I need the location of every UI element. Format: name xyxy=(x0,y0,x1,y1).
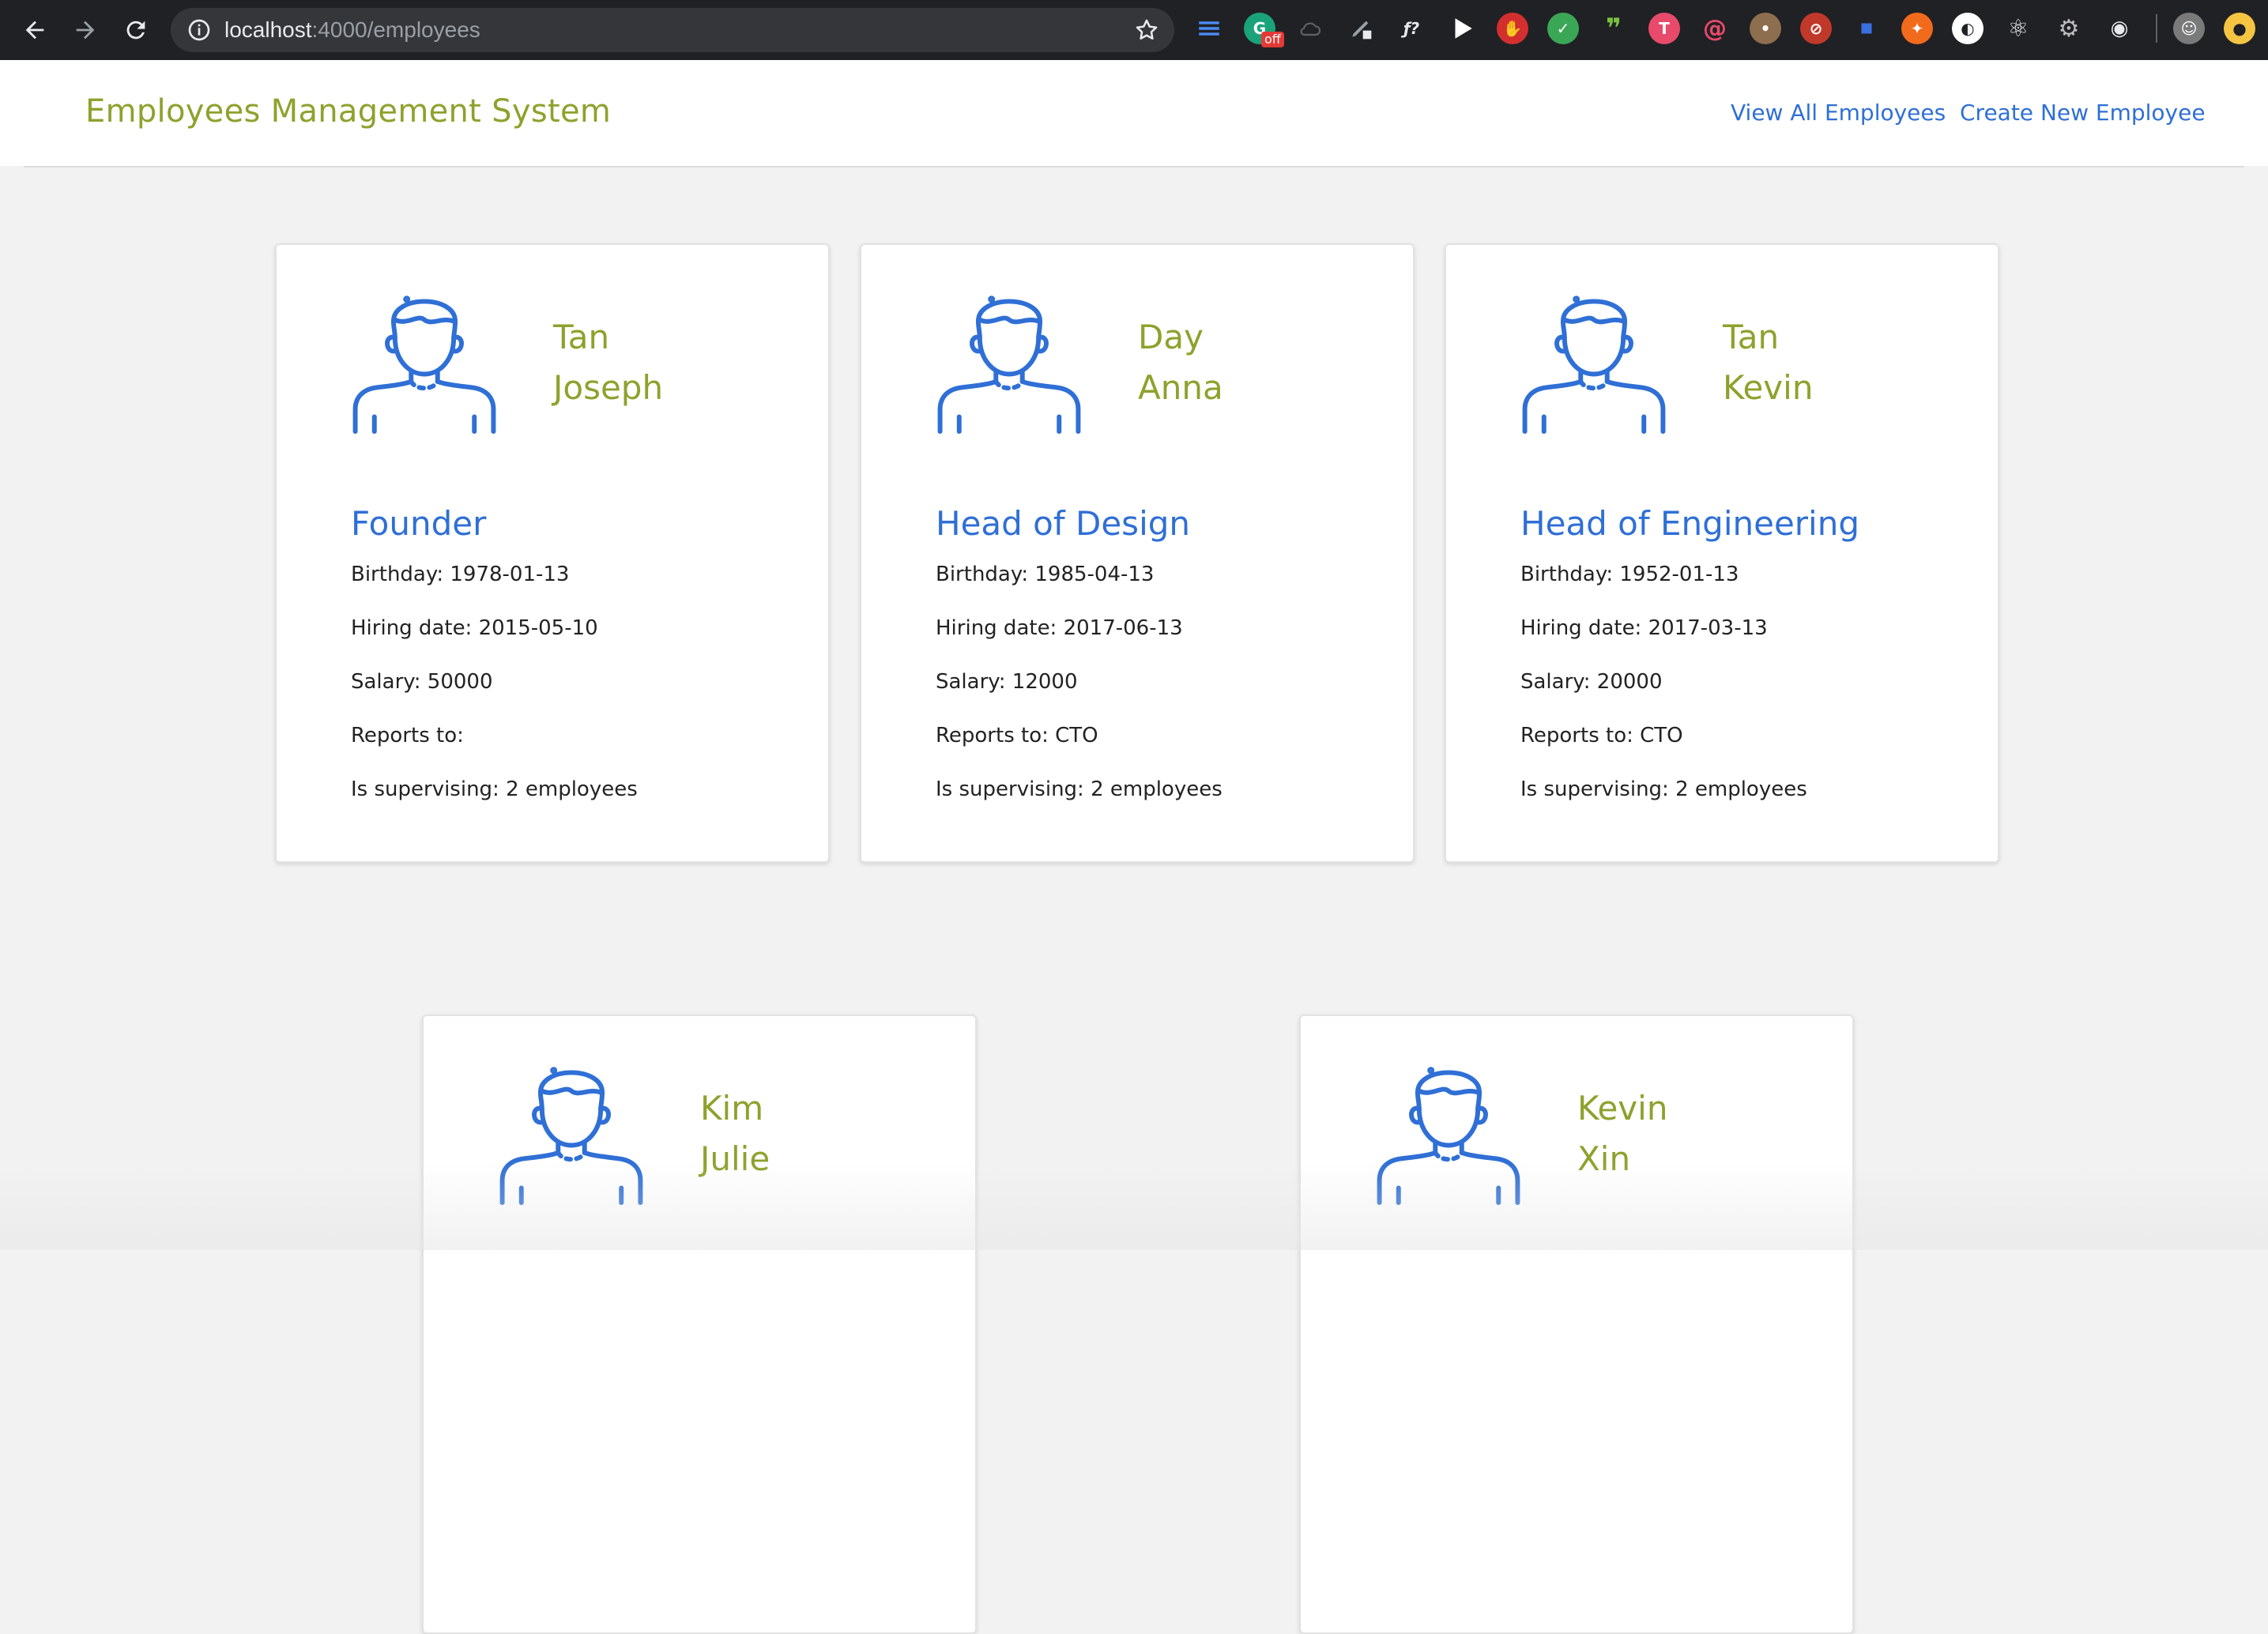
app-brand-title[interactable]: Employees Management System xyxy=(85,93,611,130)
extension-quote-icon[interactable]: ❞ xyxy=(1598,13,1629,44)
employee-first-name: Kevin xyxy=(1723,368,1814,407)
employee-salary: Salary: 20000 xyxy=(1520,670,1663,694)
person-avatar-icon xyxy=(1375,1052,1522,1207)
view-all-employees-link[interactable]: View All Employees xyxy=(1731,100,1946,126)
extension-circle-icon[interactable]: ◐ xyxy=(1952,13,1984,44)
profile-avatar-icon[interactable]: ☺ xyxy=(2173,13,2205,44)
employee-title: Head of Design xyxy=(936,504,1191,543)
employee-card[interactable]: Tan Joseph Founder Birthday: 1978-01-13 … xyxy=(275,243,830,863)
employee-reports-to: Reports to: CTO xyxy=(936,724,1098,747)
employee-birthday: Birthday: 1952-01-13 xyxy=(1520,563,1739,586)
reload-icon xyxy=(126,21,145,40)
employee-title: Founder xyxy=(351,504,487,543)
extension-off-badge: off xyxy=(1261,32,1284,47)
app-header: Employees Management System View All Emp… xyxy=(0,60,2268,166)
employee-last-name: Day xyxy=(1138,318,1204,356)
extension-block-icon[interactable]: ⊘ xyxy=(1800,13,1832,44)
browser-toolbar: localhost:4000/employees G off ƒ? ✋ ✓ ❞ … xyxy=(0,0,2268,60)
employee-reports-to: Reports to: xyxy=(351,724,464,747)
url-path: :4000/employees xyxy=(311,17,480,42)
employee-hiring-date: Hiring date: 2017-03-13 xyxy=(1520,616,1768,640)
employee-card[interactable]: Tan Kevin Head of Engineering Birthday: … xyxy=(1445,243,1999,863)
url-host: localhost xyxy=(224,17,312,42)
arrow-right-icon xyxy=(76,21,95,40)
extension-react-icon[interactable]: ⚛ xyxy=(2002,13,2034,44)
arrow-left-icon xyxy=(25,21,44,40)
person-avatar-icon xyxy=(936,281,1083,436)
extension-cloud-icon[interactable] xyxy=(1294,13,1326,44)
employee-salary: Salary: 12000 xyxy=(936,670,1078,694)
employee-supervising: Is supervising: 2 employees xyxy=(936,777,1223,801)
employee-reports-to: Reports to: CTO xyxy=(1520,724,1683,747)
employee-title: Head of Engineering xyxy=(1520,504,1860,543)
employee-hiring-date: Hiring date: 2017-06-13 xyxy=(936,616,1183,640)
extension-layers-icon[interactable] xyxy=(1193,13,1225,44)
extension-square-icon[interactable] xyxy=(1851,13,1882,44)
extension-function-icon[interactable]: ƒ? xyxy=(1396,13,1427,44)
employee-birthday: Birthday: 1978-01-13 xyxy=(351,563,570,586)
employee-salary: Salary: 50000 xyxy=(351,670,493,694)
employee-supervising: Is supervising: 2 employees xyxy=(1520,777,1807,801)
extension-sun-icon[interactable]: ● xyxy=(2224,13,2255,44)
toolbar-divider xyxy=(2156,14,2157,43)
employee-card[interactable]: Day Anna Head of Design Birthday: 1985-0… xyxy=(860,243,1415,863)
reload-button[interactable] xyxy=(117,11,155,49)
employee-last-name: Kim xyxy=(700,1089,764,1128)
employee-card[interactable]: Kim Julie xyxy=(422,1015,977,1634)
bookmark-star-icon[interactable] xyxy=(1133,17,1160,43)
extension-squirrel-icon[interactable]: ✦ xyxy=(1901,13,1933,44)
employee-first-name: Xin xyxy=(1577,1139,1631,1178)
back-button[interactable] xyxy=(16,11,54,49)
employee-first-name: Joseph xyxy=(553,368,664,407)
extension-check-icon[interactable]: ✓ xyxy=(1547,13,1579,44)
employee-supervising: Is supervising: 2 employees xyxy=(351,777,638,801)
scroll-fade xyxy=(0,1161,2268,1250)
url-text: localhost:4000/employees xyxy=(224,8,480,52)
person-avatar-icon xyxy=(1520,281,1667,436)
header-divider xyxy=(24,166,2244,168)
extension-gear-icon[interactable]: ⚙ xyxy=(2053,13,2085,44)
employee-last-name: Tan xyxy=(1723,318,1780,356)
create-new-employee-link[interactable]: Create New Employee xyxy=(1960,100,2206,126)
forward-button[interactable] xyxy=(66,11,104,49)
extension-play-icon[interactable] xyxy=(1446,13,1478,44)
employee-last-name: Kevin xyxy=(1577,1089,1668,1128)
employee-last-name: Tan xyxy=(553,318,610,356)
extension-eye-icon[interactable]: ◉ xyxy=(2104,13,2135,44)
address-bar[interactable]: localhost:4000/employees xyxy=(171,8,1174,52)
employee-card[interactable]: Kevin Xin xyxy=(1299,1015,1854,1634)
info-icon[interactable] xyxy=(186,17,212,43)
extension-t-icon[interactable]: T xyxy=(1648,13,1680,44)
employee-hiring-date: Hiring date: 2015-05-10 xyxy=(351,616,598,640)
employee-birthday: Birthday: 1985-04-13 xyxy=(936,563,1155,586)
employee-first-name: Anna xyxy=(1138,368,1223,407)
person-avatar-icon xyxy=(351,281,498,436)
extension-cookie-icon[interactable]: • xyxy=(1750,13,1781,44)
extension-pen-icon[interactable] xyxy=(1345,13,1377,44)
person-avatar-icon xyxy=(498,1052,645,1207)
extension-spiral-icon[interactable]: @ xyxy=(1699,13,1731,44)
employee-first-name: Julie xyxy=(700,1139,770,1178)
extension-hand-icon[interactable]: ✋ xyxy=(1497,13,1528,44)
